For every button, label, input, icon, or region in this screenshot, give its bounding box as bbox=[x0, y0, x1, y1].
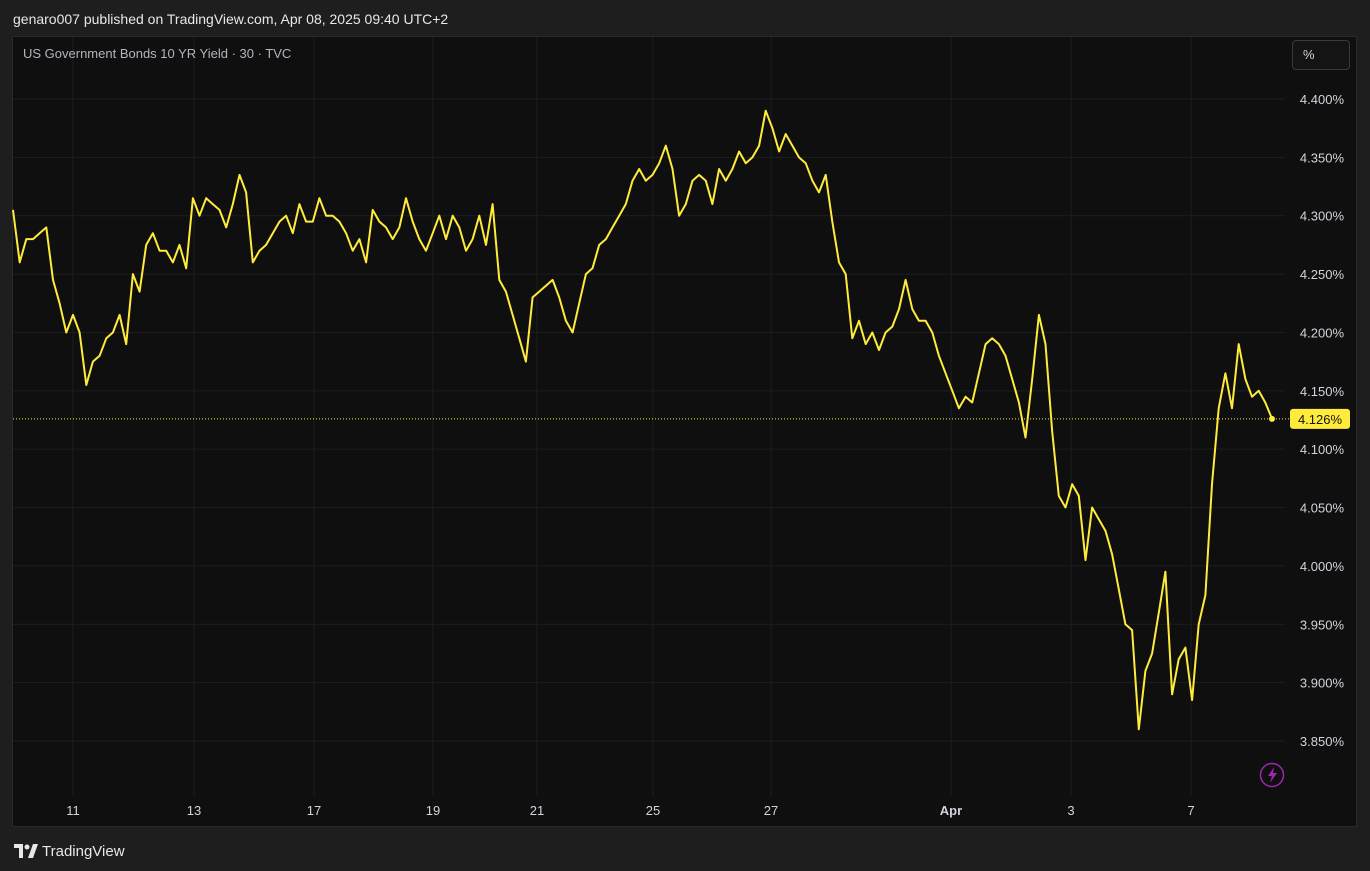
y-tick-label: 4.200% bbox=[1300, 325, 1345, 340]
y-tick-label: 4.350% bbox=[1300, 150, 1345, 165]
percent-scale-button[interactable]: % bbox=[1292, 40, 1350, 70]
last-value-badge: 4.126% bbox=[1290, 408, 1350, 429]
x-tick-label: 3 bbox=[1067, 803, 1074, 818]
y-tick-label: 4.300% bbox=[1300, 209, 1345, 224]
brand-label: TradingView bbox=[42, 842, 125, 860]
x-tick-label: 19 bbox=[426, 803, 440, 818]
y-tick-label: 4.400% bbox=[1300, 92, 1345, 107]
y-tick-label: 3.850% bbox=[1300, 734, 1345, 749]
y-tick-label: 3.900% bbox=[1300, 676, 1345, 691]
brand[interactable]: TradingView bbox=[14, 841, 125, 861]
x-tick-label: 17 bbox=[307, 803, 321, 818]
yield-line bbox=[12, 109, 1273, 731]
bottom-bar bbox=[0, 827, 1370, 871]
series-layer: 4.126% bbox=[12, 109, 1350, 731]
x-tick-label: Apr bbox=[940, 803, 962, 818]
grid-layer bbox=[13, 37, 1285, 796]
y-tick-label: 4.100% bbox=[1300, 442, 1345, 457]
y-tick-label: 4.050% bbox=[1300, 501, 1345, 516]
y-tick-label: 3.950% bbox=[1300, 617, 1345, 632]
x-tick-label: 7 bbox=[1187, 803, 1194, 818]
chart-canvas[interactable]: 4.126% 4.400% 4.350% 4.300% 4.250% 4.200% 4.1… bbox=[0, 0, 1370, 871]
x-tick-label: 13 bbox=[187, 803, 201, 818]
lightning-icon[interactable] bbox=[1259, 762, 1285, 788]
tradingview-logo-icon bbox=[14, 844, 38, 858]
x-tick-label: 11 bbox=[66, 803, 80, 818]
y-tick-label: 4.000% bbox=[1300, 559, 1345, 574]
x-tick-label: 21 bbox=[530, 803, 544, 818]
last-value-label: 4.126% bbox=[1298, 412, 1343, 427]
x-axis: 11 13 17 19 21 25 27 Apr 3 7 bbox=[66, 803, 1194, 818]
last-point-marker bbox=[1269, 415, 1275, 422]
x-tick-label: 25 bbox=[646, 803, 660, 818]
x-tick-label: 27 bbox=[764, 803, 778, 818]
y-tick-label: 4.150% bbox=[1300, 384, 1345, 399]
symbol-title[interactable]: US Government Bonds 10 YR Yield · 30 · T… bbox=[23, 46, 291, 61]
y-tick-label: 4.250% bbox=[1300, 267, 1345, 282]
